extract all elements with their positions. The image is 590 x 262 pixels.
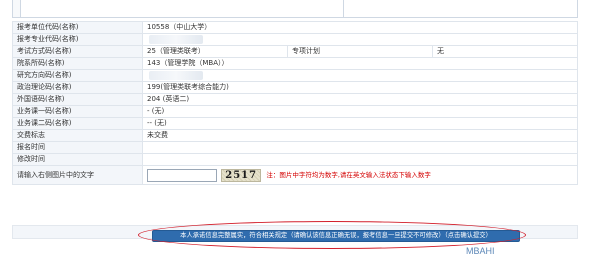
row-label-special-plan: 专项计划	[287, 45, 433, 58]
captcha-note: 注：图片中字符均为数字,请在英文输入法状态下输入数字	[266, 170, 431, 179]
redacted-value	[149, 70, 203, 80]
row-value-foreign-lang: 204 (英语二)	[142, 93, 578, 106]
table-row: 政治理论码(名称) 199(管理类联考综合能力)	[12, 81, 578, 94]
confirm-submit-button[interactable]: 本人承诺信息完整属实，符合相关规定（请确认该信息正确无误，报考信息一旦提交不可修…	[152, 230, 520, 242]
captcha-input[interactable]	[147, 168, 217, 182]
captcha-row: 请输入右侧图片中的文字 2517 注：图片中字符均为数字,请在英文输入法状态下输…	[12, 165, 578, 185]
row-value-politics: 199(管理类联考综合能力)	[142, 81, 578, 94]
header-cell	[13, 0, 21, 17]
table-row: 交费标志 未交费	[12, 129, 578, 142]
row-label-research: 研究方向码(名称)	[12, 69, 143, 82]
row-label-payment: 交费标志	[12, 129, 143, 142]
table-row: 研究方向码(名称)	[12, 69, 578, 82]
table-row: 报名时间	[12, 141, 578, 154]
row-label-department: 院系所码(名称)	[12, 57, 143, 70]
table-row: 业务课二码(名称) -- (无)	[12, 117, 578, 130]
row-label-register-time: 报名时间	[12, 141, 143, 154]
row-label-exam-mode: 考试方式码(名称)	[12, 45, 143, 58]
row-value-exam-mode: 25（管理类联考）	[142, 45, 288, 58]
table-row: 修改时间	[12, 153, 578, 166]
registration-info-table: 报考单位代码(名称) 10558（中山大学） 报考专业代码(名称) 考试方式码(…	[12, 21, 578, 185]
row-label-school: 报考单位代码(名称)	[12, 21, 143, 34]
row-value-school: 10558（中山大学）	[142, 21, 578, 34]
table-row: 报考专业代码(名称)	[12, 33, 578, 46]
row-value-major	[142, 33, 578, 46]
row-value-modify-time	[142, 153, 578, 166]
table-row: 业务课一码(名称) - (无)	[12, 105, 578, 118]
row-value-payment: 未交费	[142, 129, 578, 142]
row-label-course-2: 业务课二码(名称)	[12, 117, 143, 130]
row-label-modify-time: 修改时间	[12, 153, 143, 166]
table-row: 考试方式码(名称) 25（管理类联考） 专项计划 无	[12, 45, 578, 58]
row-value-department: 143（管理学院（MBA））	[142, 57, 578, 70]
captcha-label: 请输入右侧图片中的文字	[12, 165, 143, 185]
row-label-course-1: 业务课一码(名称)	[12, 105, 143, 118]
row-label-major: 报考专业代码(名称)	[12, 33, 143, 46]
row-value-course-2: -- (无)	[142, 117, 578, 130]
captcha-cell: 2517 注：图片中字符均为数字,请在英文输入法状态下输入数字	[142, 165, 578, 185]
header-divider	[343, 0, 344, 17]
table-row: 院系所码(名称) 143（管理学院（MBA））	[12, 57, 578, 70]
watermark: MBAHI	[466, 246, 495, 256]
table-row: 报考单位代码(名称) 10558（中山大学）	[12, 21, 578, 34]
captcha-image[interactable]: 2517	[221, 168, 262, 182]
redacted-value	[149, 34, 203, 44]
row-label-foreign-lang: 外国语码(名称)	[12, 93, 143, 106]
row-label-politics: 政治理论码(名称)	[12, 81, 143, 94]
top-header-strip	[12, 0, 578, 18]
row-value-special-plan: 无	[432, 45, 578, 58]
row-value-register-time	[142, 141, 578, 154]
row-value-course-1: - (无)	[142, 105, 578, 118]
table-row: 外国语码(名称) 204 (英语二)	[12, 93, 578, 106]
row-value-research	[142, 69, 578, 82]
